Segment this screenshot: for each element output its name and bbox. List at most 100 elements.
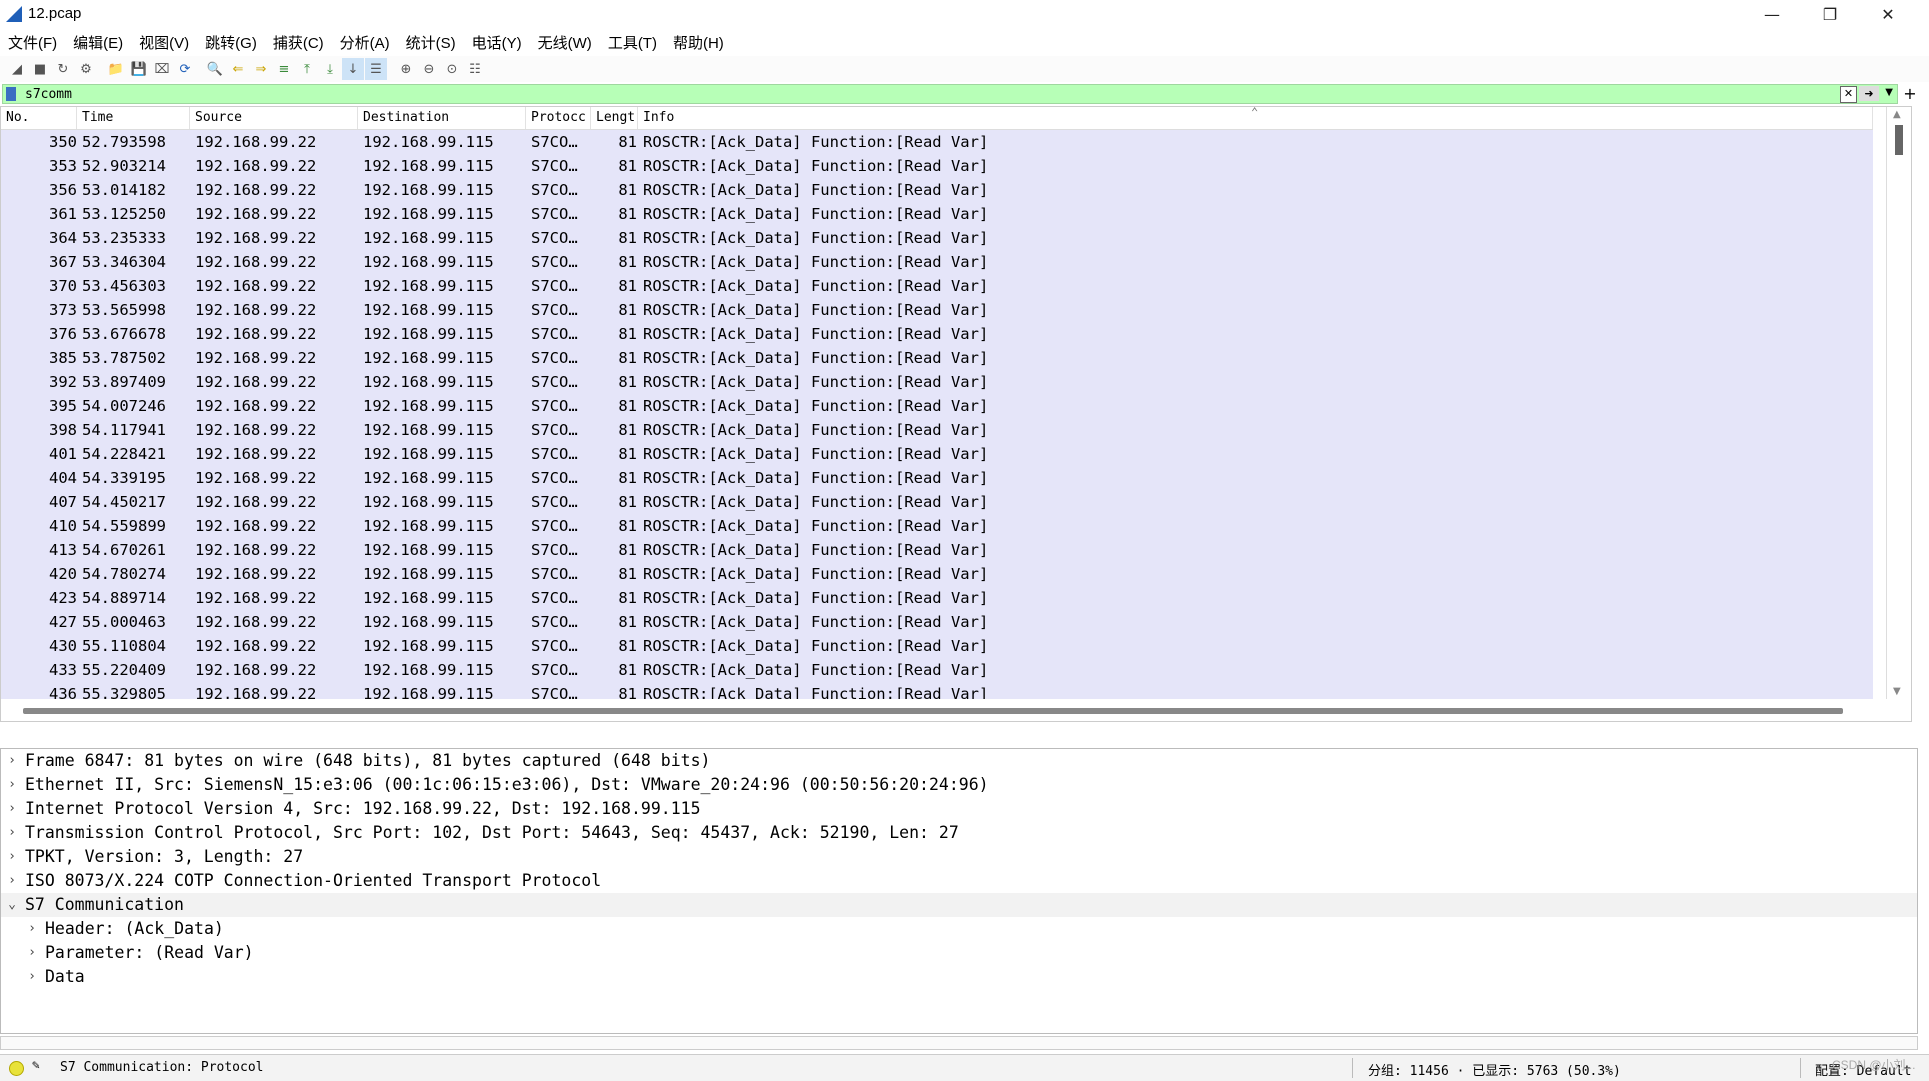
menu-wireless[interactable]: 无线(W) (530, 32, 600, 53)
add-filter-button-icon[interactable]: + (1900, 84, 1920, 104)
apply-filter-icon[interactable]: ➜ (1859, 86, 1879, 101)
chevron-right-icon[interactable]: › (25, 917, 39, 941)
chevron-right-icon[interactable]: › (5, 821, 19, 845)
open-file-icon[interactable]: 📁 (105, 58, 127, 80)
chevron-down-icon[interactable]: ▼ (1885, 87, 1893, 98)
first-packet-icon[interactable]: ⤒ (296, 58, 318, 80)
packet-details-tree[interactable]: › Frame 6847: 81 bytes on wire (648 bits)… (0, 748, 1918, 1034)
tree-item[interactable]: › Internet Protocol Version 4, Src: 192.1… (1, 797, 1917, 821)
scrollbar-thumb[interactable] (1895, 125, 1903, 155)
minimize-button[interactable]: — (1743, 0, 1801, 28)
table-row[interactable]: 398 54.117941 192.168.99.22 192.168.99.115 S… (1, 418, 1873, 442)
chevron-right-icon[interactable]: › (5, 749, 19, 773)
vertical-scrollbar[interactable]: ▲ ▼ (1886, 107, 1911, 721)
clear-filter-icon[interactable]: ✕ (1840, 86, 1857, 103)
bookmark-icon[interactable] (6, 87, 16, 101)
table-row[interactable]: 427 55.000463 192.168.99.22 192.168.99.115 S… (1, 610, 1873, 634)
menu-capture[interactable]: 捕获(C) (265, 32, 332, 53)
menu-edit[interactable]: 编辑(E) (65, 32, 131, 53)
chevron-right-icon[interactable]: › (5, 845, 19, 869)
menu-help[interactable]: 帮助(H) (665, 32, 732, 53)
horizontal-scrollbar[interactable] (1, 699, 1889, 721)
table-row[interactable]: 413 54.670261 192.168.99.22 192.168.99.115 S… (1, 538, 1873, 562)
table-row[interactable]: 376 53.676678 192.168.99.22 192.168.99.115 S… (1, 322, 1873, 346)
packet-bytes-pane[interactable] (0, 1036, 1918, 1050)
tree-item[interactable]: › Data (1, 965, 1917, 989)
table-row[interactable]: 353 52.903214 192.168.99.22 192.168.99.115 S… (1, 154, 1873, 178)
zoom-out-icon[interactable]: ⊖ (418, 58, 440, 80)
table-row[interactable]: 350 52.793598 192.168.99.22 192.168.99.115 S… (1, 130, 1873, 154)
restore-button[interactable]: ❐ (1801, 0, 1859, 28)
table-row[interactable]: 395 54.007246 192.168.99.22 192.168.99.115 S… (1, 394, 1873, 418)
menu-file[interactable]: 文件(F) (0, 32, 65, 53)
close-button[interactable]: ✕ (1859, 0, 1917, 28)
restart-capture-icon[interactable]: ↻ (52, 58, 74, 80)
scrollbar-thumb[interactable] (23, 708, 1843, 714)
tree-item[interactable]: › ISO 8073/X.224 COTP Connection-Oriented… (1, 869, 1917, 893)
table-row[interactable]: 410 54.559899 192.168.99.22 192.168.99.115 S… (1, 514, 1873, 538)
normal-size-icon[interactable]: ⊙ (441, 58, 463, 80)
reload-file-icon[interactable]: ⟳ (174, 58, 196, 80)
table-row[interactable]: 430 55.110804 192.168.99.22 192.168.99.115 S… (1, 634, 1873, 658)
tree-item[interactable]: › Parameter: (Read Var) (1, 941, 1917, 965)
table-row[interactable]: 423 54.889714 192.168.99.22 192.168.99.115 S… (1, 586, 1873, 610)
chevron-right-icon[interactable]: › (5, 797, 19, 821)
chevron-right-icon[interactable]: › (25, 941, 39, 965)
resize-columns-icon[interactable]: ☷ (464, 58, 486, 80)
scroll-down-icon[interactable]: ▼ (1893, 686, 1901, 697)
column-header-length[interactable]: Lengt (591, 107, 638, 129)
find-packet-icon[interactable]: 🔍 (204, 58, 226, 80)
capture-comment-icon[interactable]: ✎ (32, 1058, 40, 1073)
menu-tools[interactable]: 工具(T) (600, 32, 665, 53)
column-header-destination[interactable]: Destination (358, 107, 526, 129)
tree-item[interactable]: › Ethernet II, Src: SiemensN_15:e3:06 (00… (1, 773, 1917, 797)
table-row[interactable]: 407 54.450217 192.168.99.22 192.168.99.115 S… (1, 490, 1873, 514)
scroll-up-icon[interactable]: ▲ (1893, 109, 1901, 120)
last-packet-icon[interactable]: ⤓ (319, 58, 341, 80)
menu-go[interactable]: 跳转(G) (197, 32, 265, 53)
zoom-in-icon[interactable]: ⊕ (395, 58, 417, 80)
chevron-right-icon[interactable]: › (25, 965, 39, 989)
table-row[interactable]: 401 54.228421 192.168.99.22 192.168.99.115 S… (1, 442, 1873, 466)
go-back-icon[interactable]: ⇐ (227, 58, 249, 80)
table-row[interactable]: 367 53.346304 192.168.99.22 192.168.99.115 S… (1, 250, 1873, 274)
table-row[interactable]: 370 53.456303 192.168.99.22 192.168.99.115 S… (1, 274, 1873, 298)
start-capture-icon[interactable]: ◢ (6, 58, 28, 80)
table-row[interactable]: 356 53.014182 192.168.99.22 192.168.99.115 S… (1, 178, 1873, 202)
column-header-no[interactable]: No. (1, 107, 77, 129)
column-header-source[interactable]: Source (190, 107, 358, 129)
tree-item[interactable]: › Header: (Ack_Data) (1, 917, 1917, 941)
column-header-protocol[interactable]: Protocc (526, 107, 591, 129)
table-row[interactable]: 392 53.897409 192.168.99.22 192.168.99.115 S… (1, 370, 1873, 394)
menu-statistics[interactable]: 统计(S) (398, 32, 464, 53)
table-row[interactable]: 420 54.780274 192.168.99.22 192.168.99.115 S… (1, 562, 1873, 586)
table-row[interactable]: 361 53.125250 192.168.99.22 192.168.99.115 S… (1, 202, 1873, 226)
go-to-packet-icon[interactable]: ≡ (273, 58, 295, 80)
close-file-icon[interactable]: ⌧ (151, 58, 173, 80)
column-header-time[interactable]: Time (77, 107, 190, 129)
chevron-right-icon[interactable]: › (5, 773, 19, 797)
capture-options-icon[interactable]: ⚙ (75, 58, 97, 80)
chevron-right-icon[interactable]: › (5, 869, 19, 893)
tree-item[interactable]: › Frame 6847: 81 bytes on wire (648 bits)… (1, 749, 1917, 773)
table-row[interactable]: 373 53.565998 192.168.99.22 192.168.99.115 S… (1, 298, 1873, 322)
tree-item[interactable]: ⌄ S7 Communication (1, 893, 1917, 917)
tree-item[interactable]: › TPKT, Version: 3, Length: 27 (1, 845, 1917, 869)
chevron-down-icon[interactable]: ⌄ (5, 893, 19, 917)
menu-telephony[interactable]: 电话(Y) (464, 32, 530, 53)
expert-info-led-icon[interactable] (9, 1061, 24, 1076)
packet-list[interactable]: No. Time Source Destination Protocc Leng… (0, 106, 1912, 722)
table-row[interactable]: 385 53.787502 192.168.99.22 192.168.99.115 S… (1, 346, 1873, 370)
menu-analyze[interactable]: 分析(A) (332, 32, 398, 53)
stop-capture-icon[interactable]: ■ (29, 58, 51, 80)
table-row[interactable]: 364 53.235333 192.168.99.22 192.168.99.115 S… (1, 226, 1873, 250)
table-row[interactable]: 404 54.339195 192.168.99.22 192.168.99.115 S… (1, 466, 1873, 490)
autoscroll-icon[interactable]: ↓ (342, 58, 364, 80)
display-filter-input[interactable] (23, 85, 1807, 105)
menu-view[interactable]: 视图(V) (131, 32, 197, 53)
colorize-icon[interactable]: ☰ (365, 58, 387, 80)
tree-item[interactable]: › Transmission Control Protocol, Src Port… (1, 821, 1917, 845)
table-row[interactable]: 433 55.220409 192.168.99.22 192.168.99.115 S… (1, 658, 1873, 682)
save-file-icon[interactable]: 💾 (128, 58, 150, 80)
go-forward-icon[interactable]: ⇒ (250, 58, 272, 80)
